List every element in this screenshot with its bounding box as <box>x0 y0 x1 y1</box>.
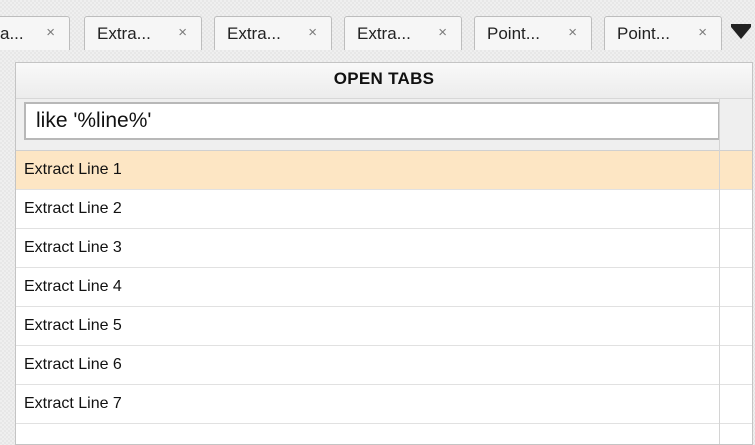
list-item-label: Extract Line 5 <box>24 317 122 334</box>
close-icon[interactable]: × <box>46 24 55 41</box>
list-item-label: Extract Line 6 <box>24 356 122 373</box>
list-item[interactable]: Extract Line 4 <box>16 268 752 307</box>
tab-bar: a... × Extra... × Extra... × Extra... × … <box>0 0 755 56</box>
tab-list: Extract Line 1 Extract Line 2 Extract Li… <box>16 151 752 424</box>
search-input[interactable] <box>24 102 720 140</box>
list-item[interactable]: Extract Line 1 <box>16 151 752 190</box>
close-icon[interactable]: × <box>438 24 447 41</box>
close-icon[interactable]: × <box>568 24 577 41</box>
list-item-label: Extract Line 2 <box>24 200 122 217</box>
chevron-down-icon[interactable] <box>731 24 751 39</box>
close-icon[interactable]: × <box>698 24 707 41</box>
tab-label: Point... <box>617 23 670 43</box>
list-item-label: Extract Line 4 <box>24 278 122 295</box>
tab-2[interactable]: Extra... × <box>84 16 202 50</box>
list-item[interactable]: Extract Line 5 <box>16 307 752 346</box>
list-item-label: Extract Line 3 <box>24 239 122 256</box>
list-item[interactable]: Extract Line 2 <box>16 190 752 229</box>
tab-3[interactable]: Extra... × <box>214 16 332 50</box>
tab-1[interactable]: a... × <box>0 16 70 50</box>
search-bar <box>16 99 752 151</box>
panel-title: OPEN TABS <box>16 63 752 99</box>
close-icon[interactable]: × <box>178 24 187 41</box>
tab-5[interactable]: Point... × <box>474 16 592 50</box>
tab-6[interactable]: Point... × <box>604 16 722 50</box>
list-item[interactable]: Extract Line 3 <box>16 229 752 268</box>
open-tabs-panel: OPEN TABS Extract Line 1 Extract Line 2 … <box>15 62 753 445</box>
list-item[interactable]: Extract Line 6 <box>16 346 752 385</box>
close-icon[interactable]: × <box>308 24 317 41</box>
tab-label: Extra... <box>227 23 281 43</box>
list-item-label: Extract Line 1 <box>24 161 122 178</box>
tab-label: Point... <box>487 23 540 43</box>
list-item-label: Extract Line 7 <box>24 395 122 412</box>
tab-4[interactable]: Extra... × <box>344 16 462 50</box>
tab-label: Extra... <box>357 23 411 43</box>
scrollbar[interactable] <box>719 99 752 444</box>
tab-label: a... <box>0 23 24 43</box>
tab-label: Extra... <box>97 23 151 43</box>
list-item[interactable]: Extract Line 7 <box>16 385 752 424</box>
